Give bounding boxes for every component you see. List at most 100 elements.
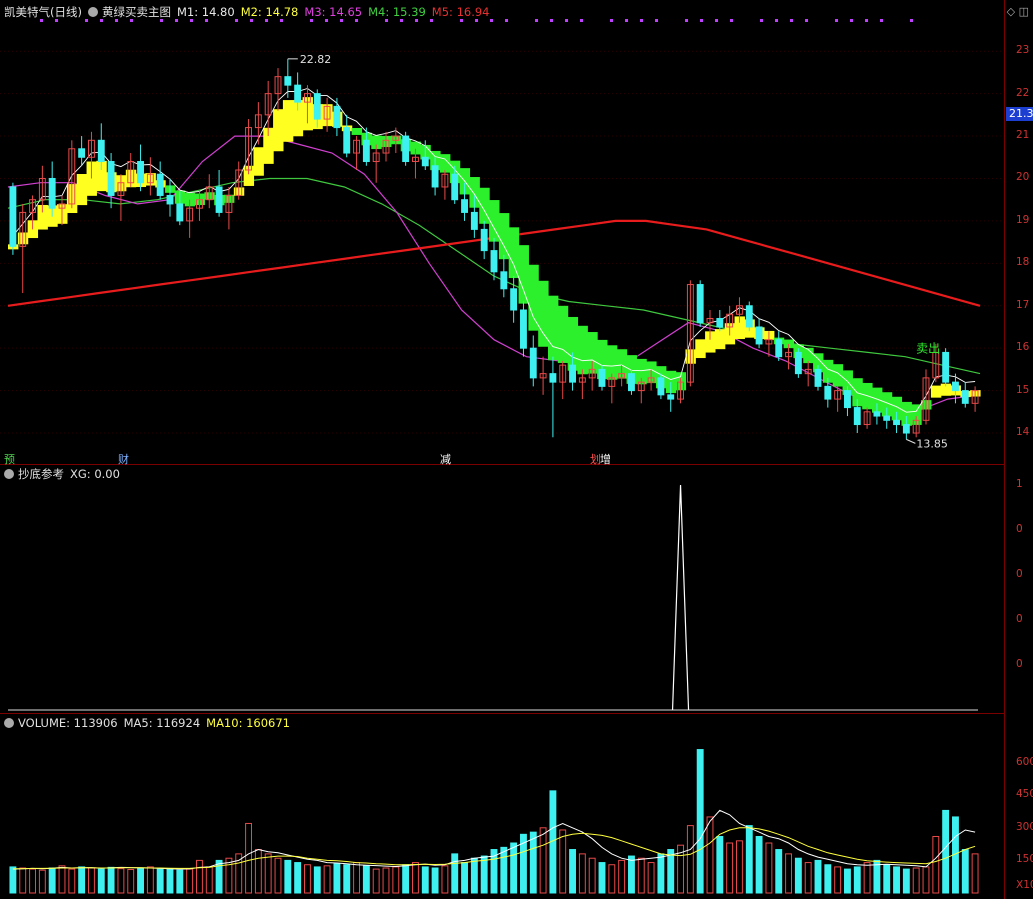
signal-dot <box>40 19 43 22</box>
volume-bar-down <box>402 864 410 894</box>
band-green-block <box>557 305 569 363</box>
volume-bar-up <box>68 868 76 894</box>
volume-bar-up <box>88 867 95 894</box>
volume-bar-down <box>824 864 832 894</box>
volume-axis-label: 300 <box>1016 820 1033 833</box>
candle-down <box>294 84 302 103</box>
signal-dot <box>340 19 343 22</box>
signal-dot <box>490 19 493 22</box>
volume-bar-down <box>883 864 891 894</box>
signal-dot <box>790 19 793 22</box>
band-green-block <box>538 280 549 347</box>
volume-bar-up <box>834 866 842 894</box>
signal-dot <box>400 19 403 22</box>
candle-down <box>657 377 665 396</box>
signal-dot <box>190 19 193 22</box>
volume-bar-down <box>78 866 86 894</box>
signal-dot <box>85 19 88 22</box>
volume-bar-down <box>696 749 704 894</box>
signal-dot <box>865 19 868 22</box>
volume-bar-down <box>569 849 576 894</box>
volume-bar-down <box>107 866 115 894</box>
signal-dot <box>760 19 763 22</box>
volume-bar-up <box>127 869 135 894</box>
signal-dot <box>775 19 778 22</box>
volume-bar-up <box>304 864 311 894</box>
candle-down <box>667 394 675 400</box>
signal-dot <box>505 19 508 22</box>
band-yellow-block <box>714 329 726 350</box>
volume-bar-down <box>480 855 488 894</box>
candle-down <box>490 250 498 273</box>
candle-down <box>78 148 86 158</box>
volume-bar-down <box>313 866 321 894</box>
volume-bar-down <box>343 864 351 894</box>
signal-dot <box>550 19 553 22</box>
price-axis-label: 21 <box>1016 129 1030 142</box>
volume-bar-up <box>186 868 194 894</box>
signal-dot <box>460 19 463 22</box>
candle-down <box>902 424 910 434</box>
band-yellow-block <box>930 385 942 398</box>
volume-bar-up <box>392 866 400 894</box>
stock-chart-svg[interactable]: 22.82 13.85 卖出 <box>0 0 1033 899</box>
volume-bar-down <box>942 809 950 894</box>
event-marker[interactable]: 增 <box>600 451 611 467</box>
volume-bar-up <box>608 864 616 894</box>
band-yellow-block <box>273 109 284 152</box>
candle-down <box>137 161 144 184</box>
high-price-label: 22.82 <box>300 53 332 66</box>
candle-down <box>480 228 488 252</box>
volume-bar-down <box>97 868 105 894</box>
candle-down <box>362 139 370 163</box>
sub-axis-label: 0 <box>1016 613 1023 625</box>
candle-down <box>9 186 17 247</box>
band-green-block <box>832 364 844 387</box>
candle-down <box>853 407 861 426</box>
price-axis-label: 14 <box>1016 426 1030 439</box>
volume-axis-label: 450 <box>1016 788 1033 801</box>
volume-bar-up <box>912 867 920 894</box>
volume-bar-up <box>274 857 282 894</box>
signal-dot <box>850 19 853 22</box>
volume-bar-down <box>745 825 753 894</box>
signal-dot <box>805 19 808 22</box>
event-marker[interactable]: 预 <box>4 451 15 467</box>
volume-bar-down <box>657 853 665 894</box>
volume-bar-down <box>284 859 292 894</box>
volume-bar-down <box>500 846 508 894</box>
price-axis-label: 18 <box>1016 256 1030 269</box>
volume-bar-up <box>412 862 419 894</box>
volume-bar-up <box>254 849 262 894</box>
volume-bar-down <box>775 849 783 894</box>
volume-bar-up <box>559 829 567 894</box>
volume-bar-up <box>647 862 655 894</box>
volume-bar-up <box>196 859 203 894</box>
volume-bar-down <box>461 862 468 894</box>
signal-dot <box>730 19 733 22</box>
event-marker[interactable]: 减 <box>440 451 451 467</box>
price-axis-label: 19 <box>1016 213 1030 226</box>
candle-down <box>952 381 959 392</box>
signal-dot <box>430 19 433 22</box>
candle-down <box>156 173 164 196</box>
candle-down <box>421 156 429 167</box>
volume-bar-down <box>333 863 341 894</box>
volume-bar-up <box>785 853 792 894</box>
candle-down <box>794 351 802 375</box>
volume-bar-up <box>441 865 449 894</box>
volume-bar-up <box>736 840 743 894</box>
candle-down <box>461 199 468 213</box>
volume-bar-up <box>225 857 233 894</box>
candle-down <box>716 317 724 328</box>
event-marker[interactable]: 财 <box>118 451 129 467</box>
candle-down <box>166 194 174 205</box>
candle-down <box>775 339 783 358</box>
candle-down <box>333 105 341 129</box>
candle-down <box>549 373 557 383</box>
signal-dot <box>565 19 568 22</box>
candle-down <box>814 368 822 387</box>
band-green-block <box>351 128 363 135</box>
candle-down <box>961 390 969 404</box>
volume-bar-down <box>598 862 606 894</box>
